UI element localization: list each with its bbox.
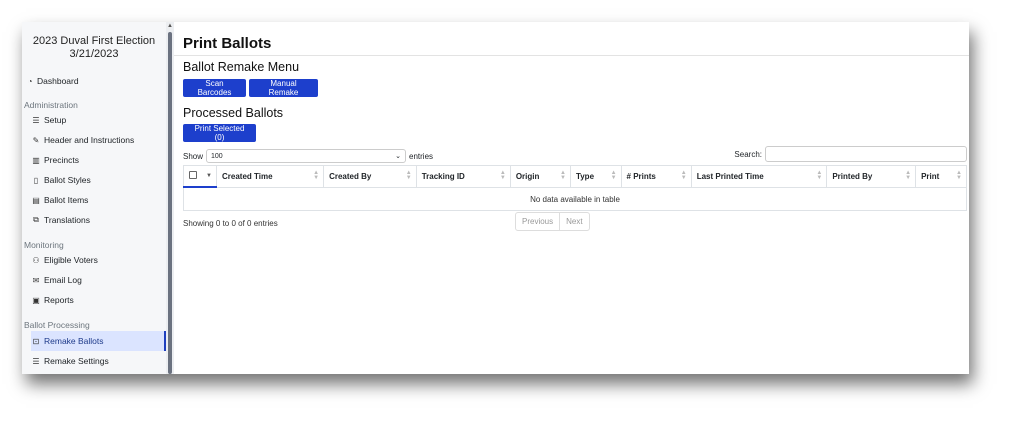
sort-icon: ▲ ▼	[680, 170, 687, 181]
sort-icon: ▲ ▼	[499, 170, 506, 181]
table-info: Showing 0 to 0 of 0 entries	[183, 219, 278, 228]
sidebar-item-translations[interactable]: ⧉ Translations	[31, 210, 166, 230]
app-window: 2023 Duval First Election 3/21/2023 ◔ Da…	[22, 22, 969, 374]
previous-page-button[interactable]: Previous	[516, 213, 561, 230]
col-prints[interactable]: # Prints ▲ ▼	[620, 165, 692, 188]
sidebar: 2023 Duval First Election 3/21/2023 ◔ Da…	[22, 22, 167, 374]
sidebar-item-remake-ballots[interactable]: ⊡ Remake Ballots	[31, 331, 167, 351]
processed-ballots-title: Processed Ballots	[183, 106, 284, 120]
col-type[interactable]: Type ▲ ▼	[569, 165, 622, 188]
sidebar-item-header-instructions[interactable]: ✎ Header and Instructions	[31, 130, 166, 150]
sort-icon: ▲ ▼	[956, 170, 962, 181]
sort-icon: ▲ ▼	[313, 170, 320, 181]
col-last-printed-time[interactable]: Last Printed Time ▲ ▼	[690, 165, 827, 188]
sort-icon: ▲ ▼	[405, 170, 412, 181]
table-search: Search:	[734, 146, 967, 162]
pagination: Previous Next	[515, 212, 590, 231]
page-title: Print Ballots	[183, 35, 272, 52]
translate-icon: ⧉	[33, 215, 39, 224]
main-content: Print Ballots Ballot Remake Menu Scan Ba…	[174, 22, 969, 374]
select-all-checkbox[interactable]	[189, 171, 197, 179]
envelope-icon: ✉	[32, 275, 40, 285]
section-administration: Administration	[24, 100, 78, 110]
col-created-by[interactable]: Created By ▲ ▼	[323, 165, 417, 188]
next-page-button[interactable]: Next	[560, 213, 588, 230]
dashboard-icon: ◔	[27, 76, 33, 86]
sidebar-item-setup[interactable]: ☰ Setup	[31, 110, 166, 130]
sidebar-item-remake-settings[interactable]: ☰ Remake Settings	[31, 351, 166, 371]
search-input[interactable]	[765, 146, 967, 162]
print-selected-button[interactable]: Print Selected (0)	[183, 124, 256, 142]
sort-icon: ▲ ▼	[610, 170, 617, 181]
map-icon: ▥	[32, 155, 40, 165]
remake-menu-title: Ballot Remake Menu	[183, 60, 300, 74]
select-all-header[interactable]: ▼	[183, 165, 217, 188]
sidebar-item-eligible-voters[interactable]: ⚇ Eligible Voters	[31, 250, 166, 270]
manual-remake-button[interactable]: Manual Remake	[249, 79, 318, 97]
col-tracking-id[interactable]: Tracking ID ▲ ▼	[415, 165, 511, 188]
sidebar-item-precincts[interactable]: ▥ Precincts	[31, 150, 166, 170]
sidebar-item-ballot-items[interactable]: ▤ Ballot Items	[31, 190, 166, 210]
scrollbar-thumb[interactable]	[168, 32, 172, 374]
pencil-icon: ✎	[32, 135, 40, 145]
list-icon: ▤	[32, 195, 40, 205]
sliders-icon: ☰	[32, 356, 40, 366]
col-origin[interactable]: Origin ▲ ▼	[509, 165, 571, 188]
sliders-icon: ☰	[32, 115, 40, 125]
page-length-select[interactable]: 100 ⌄	[206, 149, 407, 163]
title-divider	[174, 55, 969, 56]
table-row: No data available in table	[183, 186, 967, 211]
empty-table-message: No data available in table	[183, 186, 967, 211]
document-icon: ▯	[33, 175, 39, 185]
sidebar-item-email-log[interactable]: ✉ Email Log	[31, 270, 166, 290]
col-printed-by[interactable]: Printed By ▲ ▼	[826, 165, 916, 188]
scan-barcodes-button[interactable]: Scan Barcodes	[183, 79, 246, 97]
section-monitoring: Monitoring	[24, 240, 64, 250]
sidebar-item-dashboard[interactable]: ◔ Dashboard	[25, 76, 79, 86]
col-created-time[interactable]: Created Time ▲ ▼	[215, 165, 324, 188]
show-entries: Show 100 ⌄ entries	[183, 149, 433, 163]
section-ballot-processing: Ballot Processing	[24, 320, 90, 330]
people-icon: ⚇	[32, 255, 40, 265]
sidebar-scrollbar[interactable]: ▲	[166, 22, 174, 374]
sort-icon: ▲ ▼	[905, 170, 912, 181]
sidebar-item-ballot-styles[interactable]: ▯ Ballot Styles	[31, 170, 166, 190]
sort-icon: ▲ ▼	[816, 170, 823, 181]
election-title: 2023 Duval First Election 3/21/2023	[32, 35, 156, 60]
col-print[interactable]: Print ▲ ▼	[915, 165, 967, 188]
scroll-up-icon[interactable]: ▲	[167, 23, 173, 29]
report-icon: ▣	[32, 295, 40, 305]
sort-desc-icon: ▼	[206, 173, 212, 179]
chevron-down-icon: ⌄	[395, 153, 402, 160]
scan-icon: ⊡	[32, 336, 40, 346]
sort-icon: ▲ ▼	[559, 170, 566, 181]
processed-ballots-table: ▼ Created Time ▲ ▼ Created By ▲ ▼ Tracking I…	[183, 165, 967, 211]
sidebar-item-reports[interactable]: ▣ Reports	[31, 290, 166, 310]
